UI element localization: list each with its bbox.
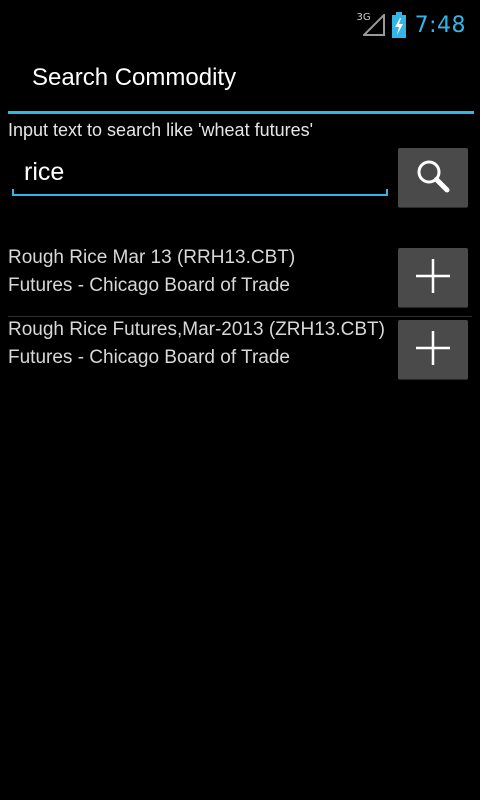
search-button[interactable] [398,148,468,208]
result-name: Rough Rice Mar 13 (RRH13.CBT) [8,247,296,268]
plus-icon [415,258,451,298]
search-input-underline [12,194,388,196]
search-input-underline-left-tick [12,189,14,196]
action-bar: Search Commodity [0,50,480,112]
search-hint-label: Input text to search like 'wheat futures… [8,120,314,140]
search-input[interactable]: rice [12,150,388,196]
result-detail: Futures - Chicago Board of Trade [8,347,290,368]
result-detail: Futures - Chicago Board of Trade [8,275,290,296]
plus-icon [415,330,451,370]
battery-charging-icon [391,12,407,38]
search-input-underline-right-tick [386,189,388,196]
add-commodity-button[interactable] [398,248,468,308]
search-input-value: rice [24,158,65,186]
status-icons: 3G 7:48 [356,11,466,39]
result-name: Rough Rice Futures,Mar-2013 (ZRH13.CBT) [8,319,385,340]
add-commodity-button[interactable] [398,320,468,380]
clock: 7:48 [414,12,466,38]
page-title: Search Commodity [32,64,237,91]
signal-icon [362,14,385,36]
search-icon [415,158,451,198]
status-bar: 3G 7:48 [0,0,480,50]
action-bar-divider [8,111,474,114]
